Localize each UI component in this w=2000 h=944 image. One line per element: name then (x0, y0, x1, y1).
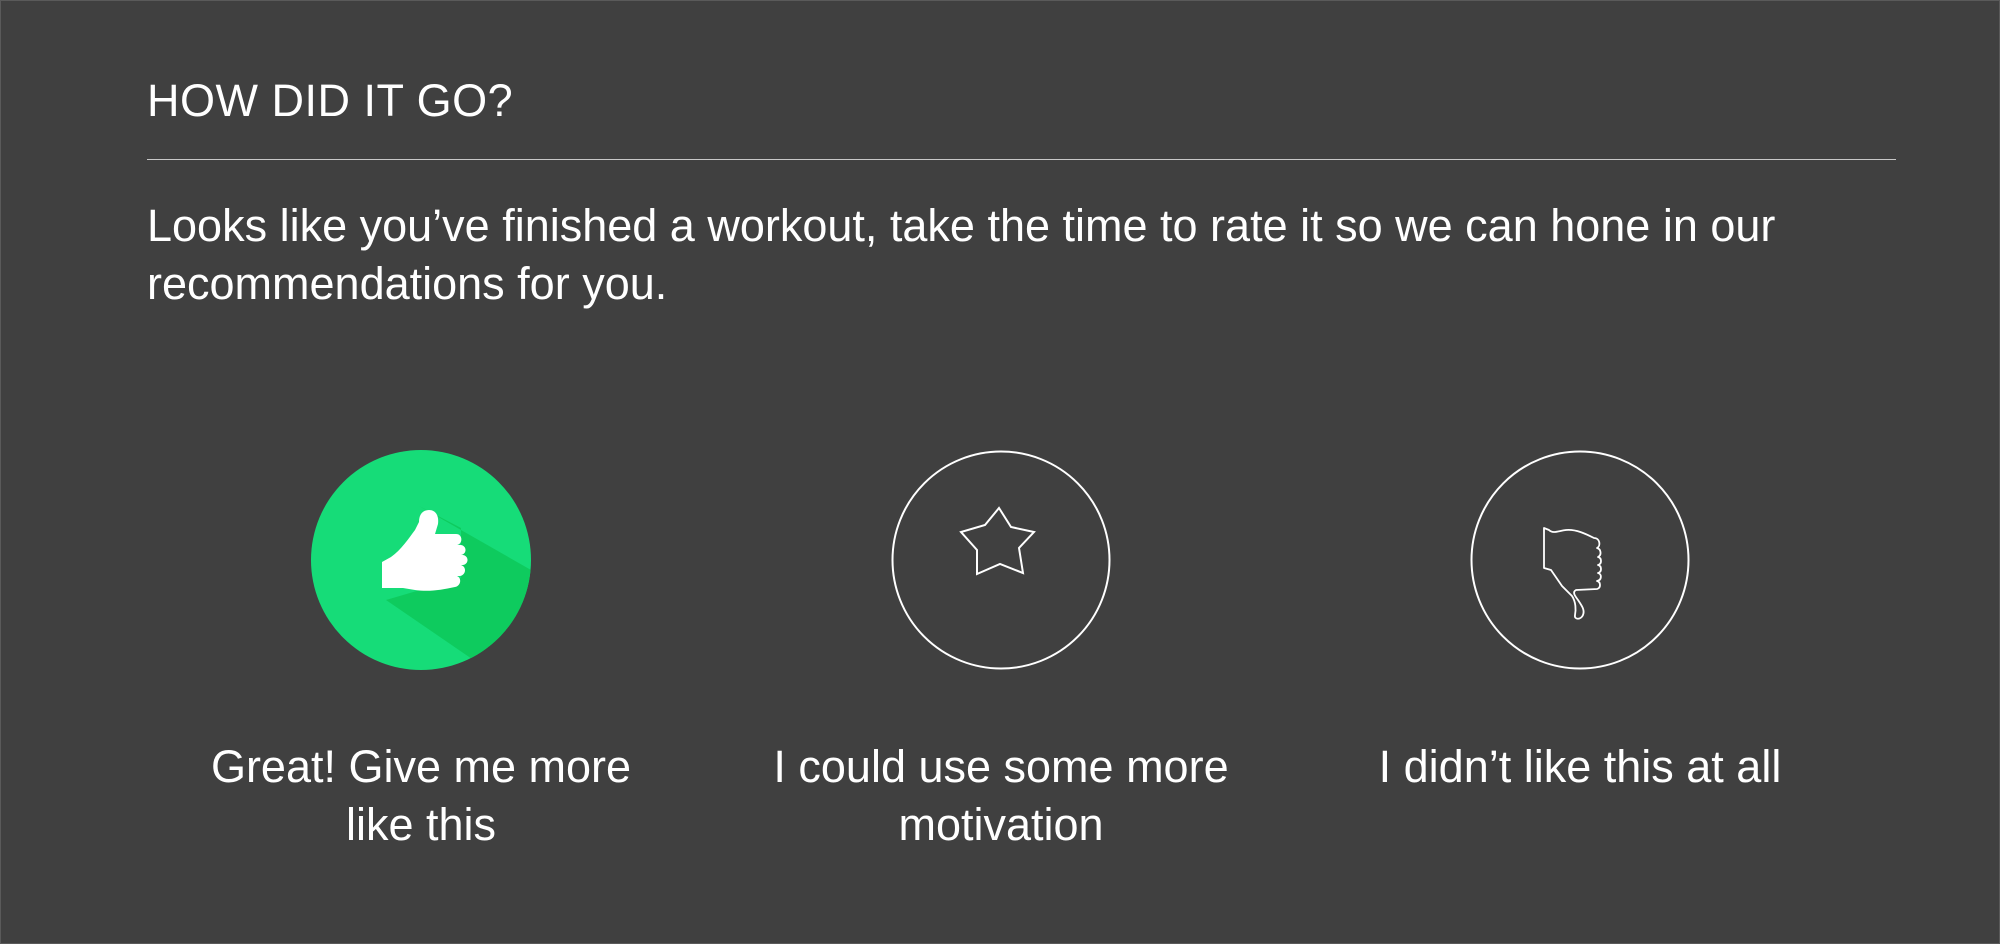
option-label-motivation: I could use some more motivation (773, 741, 1229, 850)
thumbs-down-icon (1470, 450, 1690, 670)
rate-dislike-button[interactable]: I didn’t like this at all (1340, 450, 1820, 796)
rate-motivation-button[interactable]: I could use some more motivation (761, 450, 1241, 854)
rate-great-button[interactable]: Great! Give me more like this (181, 450, 661, 854)
option-label-dislike: I didn’t like this at all (1378, 741, 1782, 792)
page-title: HOW DID IT GO? (147, 75, 514, 126)
star-icon (891, 450, 1111, 670)
thumbs-up-icon (311, 450, 531, 670)
intro-text: Looks like you’ve finished a workout, ta… (147, 200, 1776, 309)
title-divider (147, 159, 1896, 160)
rating-panel: HOW DID IT GO? Looks like you’ve finishe… (0, 0, 2000, 944)
option-label-great: Great! Give me more like this (210, 741, 632, 850)
